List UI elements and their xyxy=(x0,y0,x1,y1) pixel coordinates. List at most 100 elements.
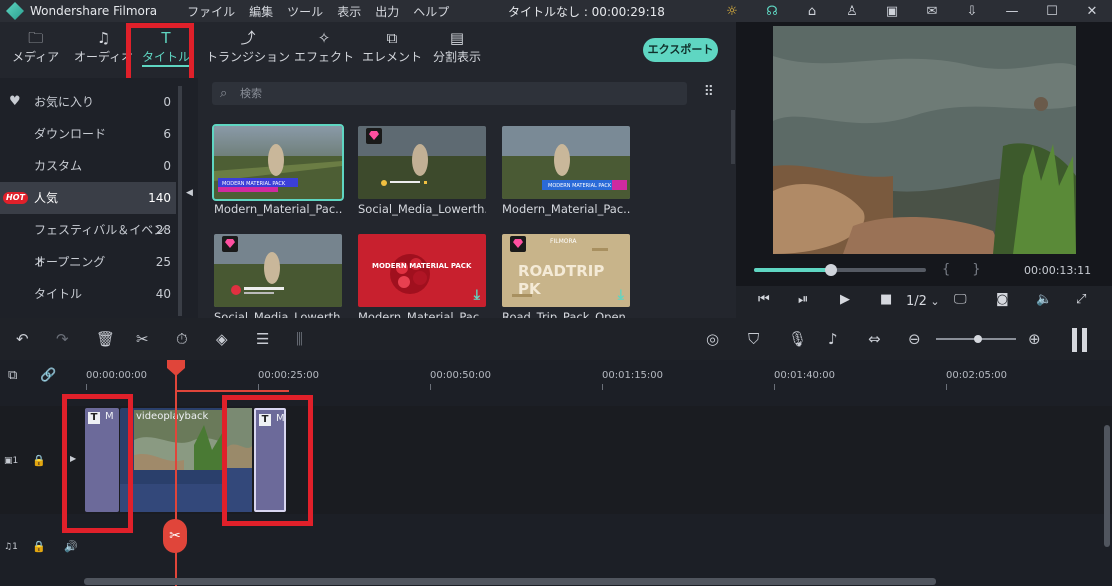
menu-tools[interactable]: ツール xyxy=(287,3,323,20)
microphone-icon[interactable]: 🎙 xyxy=(788,330,807,348)
lock-icon[interactable]: 🔒 xyxy=(32,454,46,467)
preview-progress-bar[interactable] xyxy=(754,264,926,276)
mark-in-out-icon[interactable]: {} xyxy=(942,262,1003,277)
speed-icon[interactable]: ⏱ xyxy=(176,330,188,348)
link-icon[interactable]: 🔗 xyxy=(40,368,56,383)
timeline-vertical-scrollbar[interactable] xyxy=(1104,425,1110,547)
svg-text:MODERN MATERIAL PACK: MODERN MATERIAL PACK xyxy=(548,183,612,189)
sidebar-item-count: 6 xyxy=(163,127,171,141)
tab-audio[interactable]: ♫ オーディオ xyxy=(74,28,133,65)
zoom-slider-knob[interactable] xyxy=(974,335,982,343)
save-icon[interactable]: ▣ xyxy=(872,4,912,19)
quality-select[interactable]: 1/2 ⌄ xyxy=(906,294,940,309)
marker-icon[interactable]: ⛉ xyxy=(748,330,759,348)
ruler-tick xyxy=(602,384,603,390)
sidebar-item-titles[interactable]: タイトル 40 xyxy=(0,278,176,310)
display-icon[interactable]: 🖵 xyxy=(954,292,967,307)
title-template-card[interactable]: MODERN MATERIAL PACK Modern_Material_Pac… xyxy=(212,124,344,216)
play-icon[interactable]: ▶ xyxy=(840,292,850,307)
menu-view[interactable]: 表示 xyxy=(337,3,361,20)
tab-transitions-label: トランジション xyxy=(206,50,291,64)
undo-icon[interactable]: ↶ xyxy=(16,330,29,348)
maximize-icon[interactable]: ☐ xyxy=(1032,4,1072,19)
title-template-card[interactable]: MODERN MATERIAL PACK Modern_Material_Pac… xyxy=(502,126,630,216)
mail-icon[interactable]: ✉ xyxy=(912,4,952,19)
split-screen-icon: ▤ xyxy=(449,29,465,47)
tab-audio-label: オーディオ xyxy=(74,50,134,64)
grid-view-icon[interactable]: ⠿ xyxy=(704,84,714,100)
menu-edit[interactable]: 編集 xyxy=(249,3,273,20)
add-track-icon[interactable]: ⧉ xyxy=(8,368,17,383)
gift-icon[interactable]: ⌂ xyxy=(792,4,832,19)
track-number: 1 xyxy=(12,542,18,552)
play-pause-icon[interactable]: ⏯ xyxy=(798,292,808,307)
fullscreen-icon[interactable]: ⤢ xyxy=(1076,292,1086,307)
snapshot-icon[interactable]: ◙ xyxy=(996,292,1009,307)
sidebar-item-count: 28 xyxy=(155,223,171,237)
video-clip[interactable]: videoplayback xyxy=(120,408,226,512)
stop-icon[interactable]: ■ xyxy=(880,292,892,307)
sidebar-item-downloads[interactable]: ダウンロード 6 xyxy=(0,118,176,150)
download-arrow-icon[interactable]: ⤓ xyxy=(618,287,624,303)
zoom-in-icon[interactable]: ⊕ xyxy=(1028,330,1041,348)
download-arrow-icon[interactable]: ⤓ xyxy=(474,287,480,303)
sidebar-item-custom[interactable]: カスタム 0 xyxy=(0,150,176,182)
close-icon[interactable]: ✕ xyxy=(1072,4,1112,19)
playhead-line[interactable] xyxy=(175,372,177,586)
playback-controls: ⏮ ⏯ ▶ ■ 1/2 ⌄ 🖵 ◙ 🔈 ⤢ xyxy=(736,286,1112,318)
lock-icon[interactable]: 🔒 xyxy=(32,540,46,553)
timeline-ruler[interactable]: ⧉ 🔗 00:00:00:00 00:00:25:00 00:00:50:00 … xyxy=(0,360,1112,392)
sidebar-item-popular[interactable]: HOT 人気 140 xyxy=(0,182,176,214)
delete-icon[interactable]: 🗑 xyxy=(96,330,115,348)
title-template-card[interactable]: Social_Media_Lowerth... xyxy=(214,234,342,324)
account-icon[interactable]: ♙ xyxy=(832,4,872,19)
title-template-card[interactable]: Social_Media_Lowerth... xyxy=(358,126,486,216)
preview-panel: {} 00:00:13:11 ⏮ ⏯ ▶ ■ 1/2 ⌄ 🖵 ◙ 🔈 ⤢ xyxy=(736,22,1112,318)
sidebar-item-favorites[interactable]: ♥ お気に入り 0 xyxy=(0,86,176,118)
pause-render-icon[interactable] xyxy=(1072,328,1088,352)
fit-icon[interactable]: ⇔ xyxy=(868,330,881,348)
preview-progress-knob[interactable] xyxy=(825,264,838,276)
video-clip-name: videoplayback xyxy=(136,411,209,422)
sidebar-item-count: 0 xyxy=(163,159,171,173)
effects-icon: ✧ xyxy=(317,29,331,47)
menu-help[interactable]: ヘルプ xyxy=(413,3,449,20)
template-thumbnail: MODERN MATERIAL PACK ⤓ xyxy=(358,234,486,307)
tab-effects[interactable]: ✧ エフェクト xyxy=(294,28,354,65)
speaker-icon[interactable]: 🔊 xyxy=(64,540,78,553)
tab-transitions[interactable]: ⤴ トランジション xyxy=(206,28,290,65)
collapse-sidebar-icon[interactable]: ◀ xyxy=(186,188,193,198)
sidebar-item-label: カスタム xyxy=(34,159,83,173)
audio-wave-icon[interactable]: ⫼ xyxy=(296,330,303,348)
tab-elements[interactable]: ⧉ エレメント xyxy=(362,28,422,65)
menu-file[interactable]: ファイル xyxy=(187,3,235,20)
menu-export[interactable]: 出力 xyxy=(375,3,399,20)
render-icon[interactable]: ◎ xyxy=(706,330,719,348)
step-back-icon[interactable]: ⏮ xyxy=(758,292,770,307)
timeline-horizontal-scrollbar[interactable] xyxy=(84,578,936,585)
sidebar-item-opening[interactable]: オープニング 25 xyxy=(0,246,176,278)
sidebar-scrollbar[interactable] xyxy=(178,86,182,316)
title-template-card[interactable]: FILMORA ROADTRIP PK ⤓ Road_Trip_Pack_Ope… xyxy=(502,234,630,324)
volume-icon[interactable]: 🔈 xyxy=(1036,292,1052,307)
minimize-icon[interactable]: — xyxy=(992,4,1032,19)
voiceover-icon[interactable]: ♪ xyxy=(828,330,838,348)
tab-split-screen[interactable]: ▤ 分割表示 xyxy=(433,28,481,65)
title-template-card[interactable]: MODERN MATERIAL PACK ⤓ Modern_Material_P… xyxy=(358,234,486,324)
adjust-icon[interactable]: ☰ xyxy=(256,330,269,348)
template-caption: Social_Media_Lowerth... xyxy=(358,202,486,216)
zoom-out-icon[interactable]: ⊖ xyxy=(908,330,921,348)
elements-icon: ⧉ xyxy=(386,29,398,47)
keyframe-icon[interactable]: ◈ xyxy=(216,330,228,348)
split-scissors-icon[interactable]: ✂ xyxy=(163,519,187,553)
sidebar-item-festival[interactable]: フェスティバル＆イベント 28 xyxy=(0,214,176,269)
cut-icon[interactable]: ✂ xyxy=(136,330,149,348)
tab-media[interactable]: 🗀 メディア xyxy=(12,28,59,65)
headset-icon[interactable]: ☊ xyxy=(752,4,792,19)
search-input[interactable]: ⌕ 検索 xyxy=(212,82,687,105)
redo-icon[interactable]: ↷ xyxy=(56,330,69,348)
gallery-scrollbar[interactable] xyxy=(731,110,735,164)
export-button[interactable]: エクスポート xyxy=(643,38,718,62)
bulb-icon[interactable]: ☼ xyxy=(712,4,752,19)
download-icon[interactable]: ⇩ xyxy=(952,4,992,19)
